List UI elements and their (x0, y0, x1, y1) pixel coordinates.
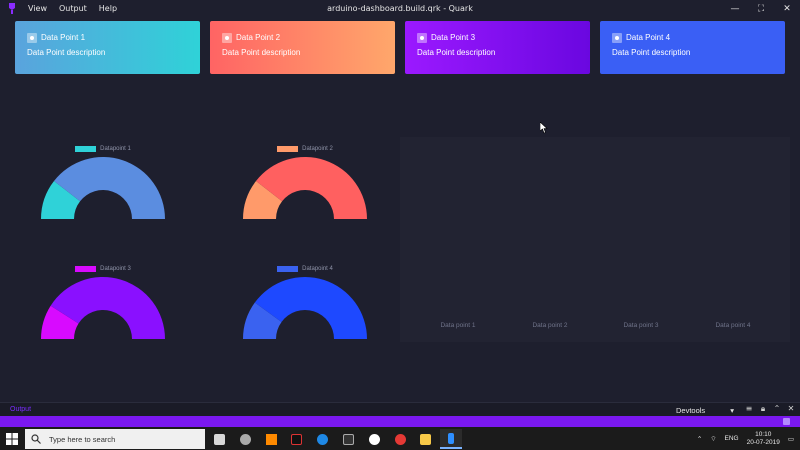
legend-label: Datapoint 2 (302, 146, 333, 152)
status-indicator-icon (783, 418, 790, 425)
menu-bar: View Output Help (28, 0, 117, 17)
bar-chart-panel: Data point 1 Data point 2 Data point 3 D… (400, 137, 790, 342)
chevron-up-icon[interactable]: ⌃ (772, 404, 782, 414)
menu-help[interactable]: Help (99, 4, 117, 13)
legend-swatch (75, 266, 97, 272)
system-tray: ⌃ ⌔ ENG 10:10 20-07-2019 ▭ (697, 427, 794, 450)
bar-x-label-4: Data point 4 (715, 322, 751, 329)
search-placeholder: Type here to search (49, 434, 116, 444)
gauge-chart-1: Datapoint 1 (38, 144, 168, 234)
card-title: Data Point 3 (431, 33, 476, 42)
quark-logo-icon (9, 3, 15, 14)
window-controls: — ⛶ ✕ (722, 0, 800, 17)
output-strip: Output Devtools ▾ ≡ 🔒︎ ⌃ ✕ (0, 402, 800, 416)
mouse-cursor-icon (540, 122, 548, 134)
data-point-card-4: Data Point 4 Data Point description (600, 21, 785, 74)
minimize-icon[interactable]: — (722, 0, 748, 17)
vlc-app-icon[interactable] (260, 429, 282, 449)
card-description: Data Point description (612, 47, 691, 57)
windows-start-icon[interactable] (6, 433, 18, 445)
menu-output[interactable]: Output (59, 4, 87, 13)
data-point-card-2: Data Point 2 Data Point description (210, 21, 395, 74)
card-chip-icon (612, 33, 622, 43)
legend-label: Datapoint 3 (100, 266, 131, 272)
clock-date: 20-07-2019 (746, 438, 780, 446)
gauge-legend: Datapoint 1 (38, 144, 168, 154)
language-indicator[interactable]: ENG (725, 435, 739, 442)
notifications-icon[interactable]: ▭ (788, 435, 794, 443)
card-description: Data Point description (222, 47, 301, 57)
gauge-arc (41, 157, 165, 219)
devtools-select[interactable]: Devtools ▾ (672, 404, 738, 416)
gauge-arc (41, 277, 165, 339)
windows-taskbar: Type here to search ⌃ ⌔ ENG 10:10 20-07-… (0, 427, 800, 450)
card-chip-icon (27, 33, 37, 43)
card-chip-icon (222, 33, 232, 43)
taskbar-search-input[interactable]: Type here to search (25, 429, 205, 449)
card-description: Data Point description (417, 47, 496, 57)
card-title: Data Point 1 (41, 33, 86, 42)
chrome-app-icon[interactable] (389, 429, 411, 449)
network-icon[interactable]: ⌔ (710, 434, 716, 443)
edge-app-icon[interactable] (311, 429, 333, 449)
quark-app-icon[interactable] (440, 429, 462, 449)
menu-view[interactable]: View (28, 4, 47, 13)
terminal-app-icon[interactable] (285, 429, 307, 449)
legend-label: Datapoint 1 (100, 146, 131, 152)
clock[interactable]: 10:10 20-07-2019 (747, 431, 780, 447)
bar-x-label-3: Data point 3 (623, 322, 659, 329)
devtools-label: Devtools (676, 405, 706, 415)
window-title: arduino-dashboard.build.qrk - Quark (327, 4, 473, 13)
legend-swatch (277, 146, 299, 152)
bar-x-label-1: Data point 1 (440, 322, 476, 329)
search-icon (31, 434, 41, 444)
file-explorer-icon[interactable] (414, 429, 436, 449)
data-point-card-3: Data Point 3 Data Point description (405, 21, 590, 74)
gauge-chart-2: Datapoint 2 (240, 144, 370, 234)
clock-time: 10:10 (755, 430, 772, 438)
dropdown-arrow-icon: ▾ (730, 405, 734, 415)
legend-label: Datapoint 4 (302, 266, 333, 272)
gauge-arc (243, 157, 367, 219)
clear-icon[interactable]: ≡ (744, 404, 754, 414)
chevron-up-icon[interactable]: ⌃ (697, 435, 702, 443)
lock-icon[interactable]: 🔒︎ (758, 404, 768, 414)
cmd-app-icon[interactable] (337, 429, 359, 449)
bar-x-label-2: Data point 2 (532, 322, 568, 329)
maximize-icon[interactable]: ⛶ (748, 0, 774, 17)
card-title: Data Point 2 (236, 33, 281, 42)
card-title: Data Point 4 (626, 33, 671, 42)
legend-swatch (277, 266, 299, 272)
output-toolbar: ≡ 🔒︎ ⌃ ✕ (744, 404, 796, 414)
close-icon[interactable]: ✕ (786, 404, 796, 414)
title-bar: View Output Help arduino-dashboard.build… (0, 0, 800, 17)
github-app-icon[interactable] (234, 429, 256, 449)
output-tab[interactable]: Output (10, 406, 31, 413)
gauge-legend: Datapoint 4 (240, 264, 370, 274)
card-chip-icon (417, 33, 427, 43)
slack-app-icon[interactable] (363, 429, 385, 449)
gauge-chart-4: Datapoint 4 (240, 264, 370, 354)
gauge-chart-3: Datapoint 3 (38, 264, 168, 354)
data-point-card-1: Data Point 1 Data Point description (15, 21, 200, 74)
gauge-legend: Datapoint 2 (240, 144, 370, 154)
gauge-arc (243, 277, 367, 339)
legend-swatch (75, 146, 97, 152)
close-icon[interactable]: ✕ (774, 0, 800, 17)
gauge-legend: Datapoint 3 (38, 264, 168, 274)
mail-app-icon[interactable] (208, 429, 230, 449)
status-bar (0, 416, 800, 427)
card-description: Data Point description (27, 47, 106, 57)
